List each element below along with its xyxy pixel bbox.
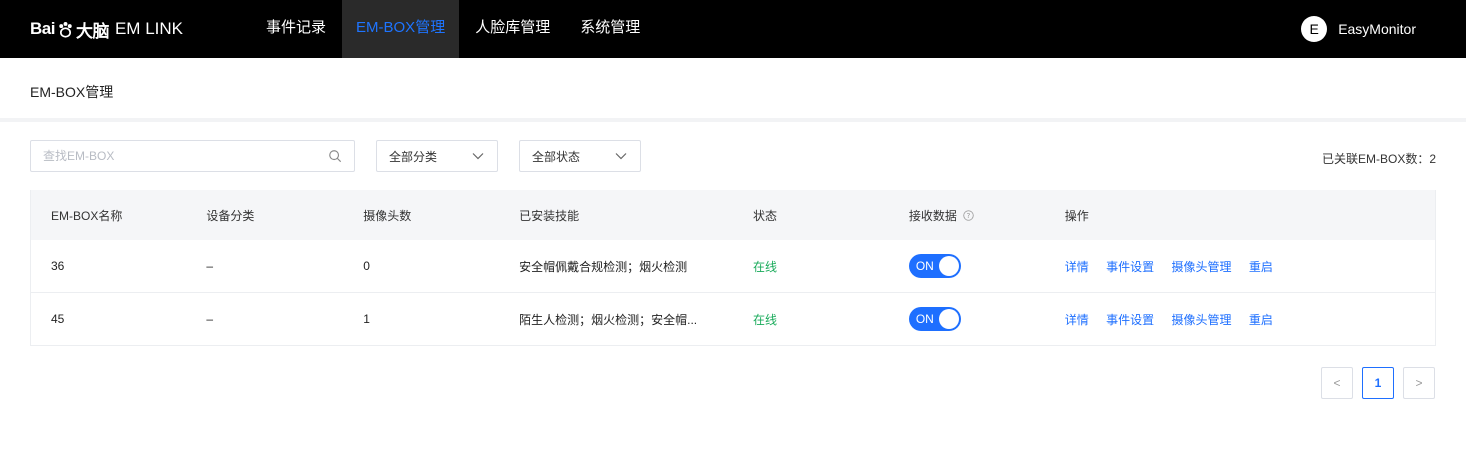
search-box — [30, 140, 355, 172]
nav-item-em-box[interactable]: EM-BOX管理 — [342, 0, 460, 58]
logo-cn-text: 大脑 — [75, 21, 110, 41]
receive-data-toggle[interactable]: ON — [908, 254, 961, 278]
pagination-next-button[interactable]: > — [1403, 367, 1435, 399]
column-header-category: 设备分类 — [186, 190, 344, 240]
column-header-receive-data: 接收数据 ? — [888, 190, 1045, 240]
cell-skills: 安全帽佩戴合规检测；烟火检测 — [499, 240, 733, 293]
event-settings-link[interactable]: 事件设置 — [1106, 313, 1154, 327]
table-row: 45 – 1 陌生人检测；烟火检测；安全帽... 在线 ON 详情 事件设置 摄… — [30, 292, 1436, 346]
cell-status: 在线 — [732, 240, 889, 293]
search-icon[interactable] — [328, 149, 342, 163]
chevron-down-icon — [472, 153, 484, 160]
search-input[interactable] — [31, 141, 335, 171]
nav-item-event-records[interactable]: 事件记录 — [252, 0, 340, 58]
camera-management-link[interactable]: 摄像头管理 — [1171, 260, 1231, 274]
toggle-label: ON — [915, 312, 934, 326]
column-header-skills: 已安装技能 — [499, 190, 733, 240]
top-navigation-bar: Bai 大脑 EM LINK 事件记录 EM-BOX管理 人脸库管理 系统管理 … — [0, 0, 1466, 58]
help-icon[interactable]: ? — [963, 209, 974, 221]
status-filter-value: 全部状态 — [532, 149, 581, 164]
table-header-row: EM-BOX名称 设备分类 摄像头数 已安装技能 状态 接收数据 ? 操作 — [30, 190, 1436, 240]
column-header-cameras: 摄像头数 — [343, 190, 500, 240]
cell-cameras: 1 — [343, 292, 500, 346]
receive-data-toggle[interactable]: ON — [908, 307, 961, 331]
linked-em-box-count: 已关联EM-BOX数：2 — [1321, 152, 1436, 166]
page-title: EM-BOX管理 — [30, 84, 114, 100]
cell-name: 36 — [30, 240, 187, 293]
cell-receive-data: ON — [888, 240, 1045, 293]
receive-data-label: 接收数据 — [908, 208, 957, 223]
product-name: EM LINK — [114, 19, 183, 38]
cell-category: – — [186, 292, 344, 346]
paw-icon — [59, 21, 72, 38]
restart-link[interactable]: 重启 — [1249, 313, 1273, 327]
restart-link[interactable]: 重启 — [1249, 260, 1273, 274]
toggle-knob — [938, 309, 959, 329]
main-nav: 事件记录 EM-BOX管理 人脸库管理 系统管理 — [252, 0, 656, 58]
cell-category: – — [186, 240, 344, 293]
cell-cameras: 0 — [343, 240, 500, 293]
chevron-down-icon — [615, 153, 627, 160]
username[interactable]: EasyMonitor — [1338, 21, 1416, 37]
column-header-status: 状态 — [732, 190, 889, 240]
nav-item-system[interactable]: 系统管理 — [566, 0, 654, 58]
status-filter-select[interactable]: 全部状态 — [519, 140, 641, 172]
details-link[interactable]: 详情 — [1065, 260, 1089, 274]
column-header-actions: 操作 — [1044, 190, 1436, 240]
cell-skills: 陌生人检测；烟火检测；安全帽... — [499, 292, 733, 346]
baidu-brain-logo[interactable]: Bai 大脑 EM LINK — [30, 0, 183, 58]
cell-actions: 详情 事件设置 摄像头管理 重启 — [1044, 292, 1436, 346]
cell-actions: 详情 事件设置 摄像头管理 重启 — [1044, 240, 1436, 293]
toggle-label: ON — [915, 259, 934, 273]
table-row: 36 – 0 安全帽佩戴合规检测；烟火检测 在线 ON 详情 事件设置 摄像头管… — [30, 240, 1436, 293]
cell-receive-data: ON — [888, 292, 1045, 346]
cell-name: 45 — [30, 292, 187, 346]
user-menu[interactable]: E EasyMonitor — [1301, 0, 1416, 58]
event-settings-link[interactable]: 事件设置 — [1106, 260, 1154, 274]
nav-item-face-library[interactable]: 人脸库管理 — [461, 0, 564, 58]
cell-status: 在线 — [732, 292, 889, 346]
logo-text: Bai — [30, 19, 55, 38]
toggle-knob — [938, 256, 959, 276]
logo-mark: Bai 大脑 — [30, 17, 109, 42]
category-filter-value: 全部分类 — [389, 149, 438, 164]
avatar[interactable]: E — [1301, 16, 1328, 42]
section-divider — [0, 118, 1466, 122]
pagination-prev-button[interactable]: < — [1321, 367, 1353, 399]
camera-management-link[interactable]: 摄像头管理 — [1171, 313, 1231, 327]
em-box-table: EM-BOX名称 设备分类 摄像头数 已安装技能 状态 接收数据 ? 操作 36… — [30, 190, 1436, 346]
details-link[interactable]: 详情 — [1065, 313, 1089, 327]
category-filter-select[interactable]: 全部分类 — [376, 140, 498, 172]
column-header-name: EM-BOX名称 — [30, 190, 187, 240]
svg-text:?: ? — [967, 210, 971, 219]
pagination-page-1[interactable]: 1 — [1362, 367, 1394, 399]
